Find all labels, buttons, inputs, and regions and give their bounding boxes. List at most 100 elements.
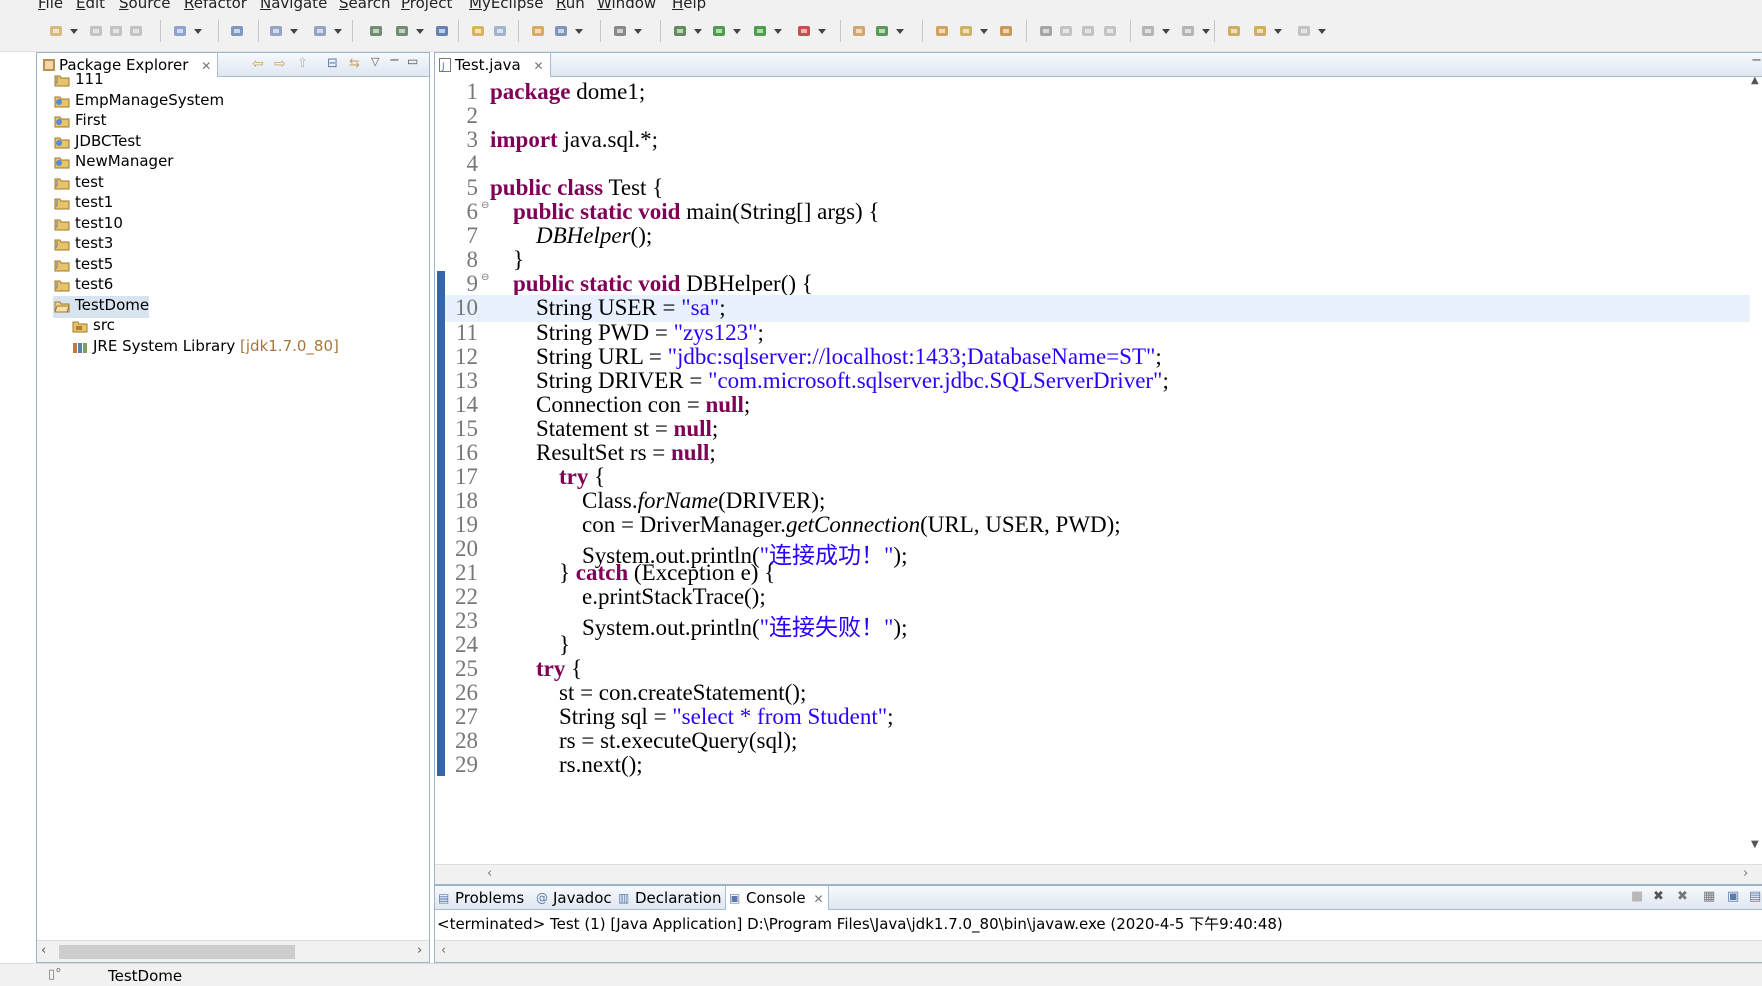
tree-item-111[interactable]: J111 — [53, 70, 104, 92]
chevron-down-icon[interactable] — [774, 29, 782, 34]
menu-run[interactable]: Run — [556, 0, 585, 12]
chevron-down-icon[interactable] — [575, 29, 583, 34]
code-line[interactable]: 10 String USER = "sa"; — [445, 295, 1757, 322]
tree-item-jre-system-library[interactable]: JRE System Library [jdk1.7.0_80] — [71, 337, 339, 359]
chevron-down-icon[interactable] — [980, 29, 988, 34]
scroll-left-icon[interactable]: ‹ — [441, 943, 446, 958]
chevron-down-icon[interactable] — [1318, 29, 1326, 34]
scroll-up-icon[interactable]: ▲ — [1751, 75, 1759, 86]
refresh-icon[interactable] — [492, 23, 508, 39]
code-line[interactable]: 12 String URL = "jdbc:sqlserver://localh… — [445, 344, 1757, 371]
code-line[interactable]: 29 rs.next(); — [445, 752, 1757, 779]
prev-annotation-icon[interactable] — [1180, 23, 1196, 39]
scroll-right-icon[interactable]: › — [1743, 866, 1748, 881]
tab-javadoc[interactable]: @Javadoc — [533, 886, 616, 910]
chevron-down-icon[interactable] — [70, 29, 78, 34]
back-icon[interactable] — [1252, 23, 1268, 39]
editor-vertical-scrollbar[interactable]: ▲ ▼ — [1750, 77, 1762, 864]
open-resource-icon[interactable] — [312, 23, 328, 39]
menu-myeclipse[interactable]: MyEclipse — [469, 0, 543, 12]
code-line[interactable]: 5public class Test { — [445, 175, 1757, 202]
tree-item-test[interactable]: Jtest — [53, 173, 104, 195]
print-icon[interactable] — [128, 23, 144, 39]
up-icon[interactable]: ⇧ — [297, 56, 308, 71]
new-web-project-icon[interactable] — [394, 23, 410, 39]
tree-item-test3[interactable]: Jtest3 — [53, 234, 113, 256]
code-line[interactable]: 23 System.out.println("连接失败！"); — [445, 608, 1757, 635]
tree-item-src[interactable]: src — [71, 316, 115, 338]
code-editor[interactable]: 1package dome1;23import java.sql.*;45pub… — [435, 77, 1762, 864]
scroll-down-icon[interactable]: ▼ — [1751, 839, 1759, 850]
run-icon[interactable] — [711, 23, 727, 39]
chevron-down-icon[interactable] — [1162, 29, 1170, 34]
tab-declaration[interactable]: ▥Declaration — [615, 886, 725, 910]
deploy-icon[interactable] — [368, 23, 384, 39]
display-console-icon[interactable]: ▤ — [1749, 889, 1761, 904]
menu-file[interactable]: File — [38, 0, 63, 12]
tab-test-java[interactable]: J Test.java ✕ — [435, 53, 551, 77]
tree-item-first[interactable]: First — [53, 111, 107, 133]
code-line[interactable]: 11 String PWD = "zys123"; — [445, 320, 1757, 347]
view-menu-icon[interactable]: ▽ — [371, 55, 379, 68]
tree-item-newmanager[interactable]: NewManager — [53, 152, 173, 174]
chevron-down-icon[interactable] — [896, 29, 904, 34]
minimize-icon[interactable]: − — [389, 53, 400, 68]
code-line[interactable]: 26 st = con.createStatement(); — [445, 680, 1757, 707]
menu-project[interactable]: Project — [401, 0, 452, 12]
run-server-icon[interactable] — [752, 23, 768, 39]
last-edit-icon[interactable] — [1226, 23, 1242, 39]
browser-icon[interactable] — [434, 23, 450, 39]
external-tools-icon[interactable] — [796, 23, 812, 39]
back-icon[interactable]: ⇦ — [252, 56, 264, 72]
menu-refactor[interactable]: Refactor — [184, 0, 247, 12]
chevron-down-icon[interactable] — [1274, 29, 1282, 34]
next-annotation-icon[interactable] — [1140, 23, 1156, 39]
chevron-down-icon[interactable] — [634, 29, 642, 34]
new-class-icon[interactable] — [530, 23, 546, 39]
highlight-icon[interactable] — [1058, 23, 1074, 39]
save-all-icon[interactable] — [108, 23, 124, 39]
code-line[interactable]: 3import java.sql.*; — [445, 127, 1757, 154]
chevron-down-icon[interactable] — [818, 29, 826, 34]
remove-all-icon[interactable]: ✖ — [1677, 889, 1688, 904]
maximize-icon[interactable]: ▭ — [407, 54, 418, 68]
tree-item-test5[interactable]: Jtest5 — [53, 255, 113, 277]
code-line[interactable]: 9⊖ public static void DBHelper() { — [445, 271, 1757, 298]
chevron-down-icon[interactable] — [290, 29, 298, 34]
format-icon[interactable] — [1102, 23, 1118, 39]
new-server-icon[interactable] — [172, 23, 188, 39]
code-line[interactable]: 24 } — [445, 632, 1757, 659]
open-type-icon[interactable] — [268, 23, 284, 39]
fold-toggle-icon[interactable]: ⊖ — [481, 200, 489, 211]
code-line[interactable]: 28 rs = st.executeQuery(sql); — [445, 728, 1757, 755]
fold-toggle-icon[interactable]: ⊖ — [481, 272, 489, 283]
forward-icon[interactable] — [1296, 23, 1312, 39]
editor-horizontal-scrollbar[interactable]: ‹ › — [435, 864, 1762, 884]
menu-window[interactable]: Window — [597, 0, 656, 12]
explorer-horizontal-scrollbar[interactable]: ‹ › — [37, 940, 429, 962]
pin-console-icon[interactable]: ▣ — [1727, 889, 1739, 904]
chevron-down-icon[interactable] — [194, 29, 202, 34]
code-line[interactable]: 6⊖ public static void main(String[] args… — [445, 199, 1757, 226]
code-line[interactable]: 14 Connection con = null; — [445, 392, 1757, 419]
tree-item-test10[interactable]: Jtest10 — [53, 214, 123, 236]
code-line[interactable]: 16 ResultSet rs = null; — [445, 440, 1757, 467]
code-line[interactable]: 7 DBHelper(); — [445, 223, 1757, 250]
chevron-down-icon[interactable] — [334, 29, 342, 34]
chevron-down-icon[interactable] — [733, 29, 741, 34]
menu-help[interactable]: Help — [672, 0, 706, 12]
code-line[interactable]: 13 String DRIVER = "com.microsoft.sqlser… — [445, 368, 1757, 395]
collapse-all-icon[interactable]: ⊟ — [327, 56, 338, 71]
code-line[interactable]: 17 try { — [445, 464, 1757, 491]
link-with-editor-icon[interactable]: ⇆ — [349, 56, 360, 71]
fast-view-icon[interactable]: ▯° — [48, 967, 62, 982]
tree-item-test6[interactable]: Jtest6 — [53, 275, 113, 297]
pin-icon[interactable] — [1038, 23, 1054, 39]
code-line[interactable]: 20 System.out.println("连接成功！"); — [445, 536, 1757, 563]
menu-source[interactable]: Source — [119, 0, 171, 12]
code-line[interactable]: 27 String sql = "select * from Student"; — [445, 704, 1757, 731]
scroll-left-icon[interactable]: ‹ — [487, 866, 492, 881]
open-folder-icon[interactable] — [470, 23, 486, 39]
terminate-icon[interactable]: ■ — [1631, 889, 1643, 904]
block-icon[interactable] — [1080, 23, 1096, 39]
